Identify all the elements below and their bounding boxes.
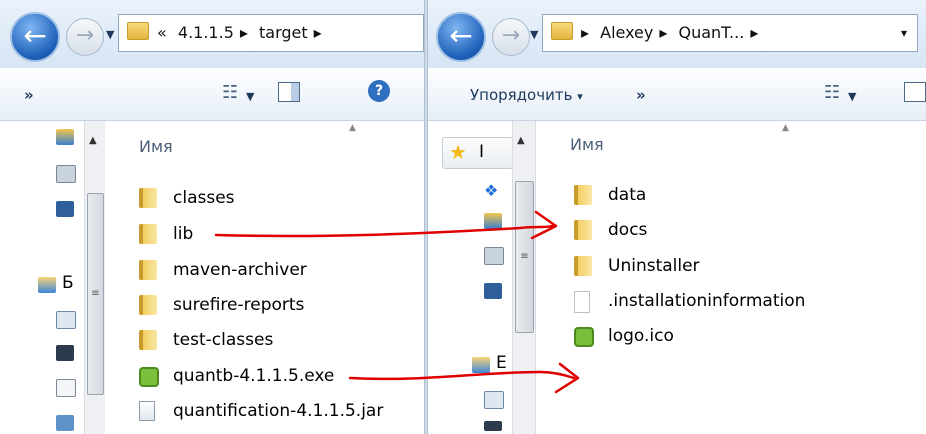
address-segment[interactable]: 4.1.1.5 (178, 23, 234, 42)
forward-arrow-icon: → (501, 23, 521, 48)
document-icon[interactable] (56, 379, 76, 397)
preview-pane-icon[interactable] (904, 82, 926, 102)
address-separator-icon[interactable]: ▸ (314, 23, 322, 42)
preview-pane-icon[interactable] (278, 82, 300, 102)
navigation-pane: ★ I ❖ E (428, 121, 514, 434)
right-toolbar: Упорядочить ▾ » ☷ ▼ (428, 68, 926, 121)
dropbox-icon[interactable]: ❖ (484, 181, 498, 200)
pictures-icon[interactable] (56, 415, 74, 431)
nav-partial-label[interactable]: Б (62, 273, 74, 293)
file-icon (574, 291, 590, 313)
folder-icon (127, 22, 149, 40)
left-explorer-window: ← → ▼ « 4.1.1.5 ▸ target ▸ » ☷ ▼ ? Б ▲ ≡ ▲… (0, 0, 424, 434)
folder-icon (139, 224, 157, 244)
history-dropdown-icon[interactable]: ▼ (106, 28, 114, 41)
folder-icon (139, 260, 157, 280)
folder-icon (139, 330, 157, 350)
sort-ascending-icon: ▲ (782, 123, 789, 133)
file-list: ▲ Имя data docs Uninstaller .installatio… (536, 121, 926, 434)
views-dropdown-icon[interactable]: ▼ (848, 90, 856, 103)
address-separator-icon[interactable]: ▸ (659, 23, 667, 42)
address-separator-icon[interactable]: ▸ (240, 23, 248, 42)
help-icon[interactable]: ? (368, 80, 390, 102)
library-icon[interactable] (484, 213, 502, 229)
address-bar[interactable]: « 4.1.1.5 ▸ target ▸ (118, 14, 424, 52)
folder-icon (551, 22, 573, 40)
forward-arrow-icon: → (75, 23, 95, 48)
sort-ascending-icon: ▲ (349, 123, 356, 133)
forward-button[interactable]: → (492, 18, 530, 56)
documents-icon[interactable] (484, 391, 504, 409)
organize-button[interactable]: Упорядочить ▾ (470, 86, 583, 104)
left-toolbar: » ☷ ▼ ? (0, 68, 424, 121)
jar-file-icon (139, 401, 155, 421)
address-segment[interactable]: target (259, 23, 308, 42)
name-column-header[interactable]: Имя (570, 135, 604, 154)
videos-icon[interactable] (484, 421, 502, 431)
scroll-up-icon[interactable]: ▲ (517, 135, 525, 146)
network-icon[interactable] (56, 165, 76, 183)
address-separator-icon[interactable]: ▸ (581, 23, 589, 42)
history-dropdown-icon[interactable]: ▼ (530, 28, 538, 41)
libraries-icon[interactable] (38, 277, 56, 293)
application-icon (139, 367, 159, 387)
videos-icon[interactable] (56, 345, 74, 361)
forward-button[interactable]: → (66, 18, 104, 56)
computer-icon[interactable] (56, 201, 74, 217)
nav-partial-label[interactable]: E (496, 353, 507, 373)
right-explorer-window: ← → ▼ ▸ Alexey ▸ QuanT... ▸ ▾ Упорядочить … (428, 0, 926, 434)
folder-icon (574, 220, 592, 240)
address-overflow[interactable]: « (157, 23, 167, 42)
views-icon[interactable]: ☷ (824, 82, 840, 103)
libraries-icon[interactable] (472, 357, 490, 373)
address-segment[interactable]: QuanT... (679, 23, 745, 42)
toolbar-more-button[interactable]: » (636, 86, 646, 104)
folder-icon (574, 185, 592, 205)
star-icon: ★ (449, 140, 467, 164)
folder-icon (574, 256, 592, 276)
back-arrow-icon: ← (449, 19, 473, 52)
library-icon[interactable] (56, 129, 74, 145)
scrollbar-thumb[interactable]: ≡ (515, 181, 534, 333)
views-icon[interactable]: ☷ (222, 82, 238, 103)
nav-partial-label: I (479, 142, 485, 162)
computer-icon[interactable] (484, 283, 502, 299)
favorites-item[interactable]: ★ I (442, 137, 514, 169)
navigation-pane: Б (0, 121, 85, 434)
back-button[interactable]: ← (436, 12, 486, 62)
address-bar[interactable]: ▸ Alexey ▸ QuanT... ▸ ▾ (542, 14, 918, 52)
file-list: ▲ Имя classes lib maven-archiver surefir… (105, 121, 424, 434)
left-titlebar: ← → ▼ « 4.1.1.5 ▸ target ▸ (0, 0, 424, 68)
nav-scrollbar[interactable]: ▲ ≡ (84, 121, 106, 434)
folder-icon (139, 295, 157, 315)
nav-scrollbar[interactable]: ▲ ≡ (512, 121, 536, 434)
back-arrow-icon: ← (23, 19, 47, 52)
folder-icon (139, 188, 157, 208)
back-button[interactable]: ← (10, 12, 60, 62)
scroll-up-icon[interactable]: ▲ (89, 135, 97, 146)
right-titlebar: ← → ▼ ▸ Alexey ▸ QuanT... ▸ ▾ (428, 0, 926, 68)
views-dropdown-icon[interactable]: ▼ (246, 90, 254, 103)
application-icon (574, 327, 594, 347)
name-column-header[interactable]: Имя (139, 137, 173, 156)
address-dropdown-icon[interactable]: ▾ (901, 15, 907, 51)
network-icon[interactable] (484, 247, 504, 265)
toolbar-more-button[interactable]: » (24, 86, 34, 104)
scrollbar-thumb[interactable]: ≡ (87, 193, 104, 395)
documents-icon[interactable] (56, 311, 76, 329)
address-segment[interactable]: Alexey (600, 23, 653, 42)
address-separator-icon[interactable]: ▸ (750, 23, 758, 42)
